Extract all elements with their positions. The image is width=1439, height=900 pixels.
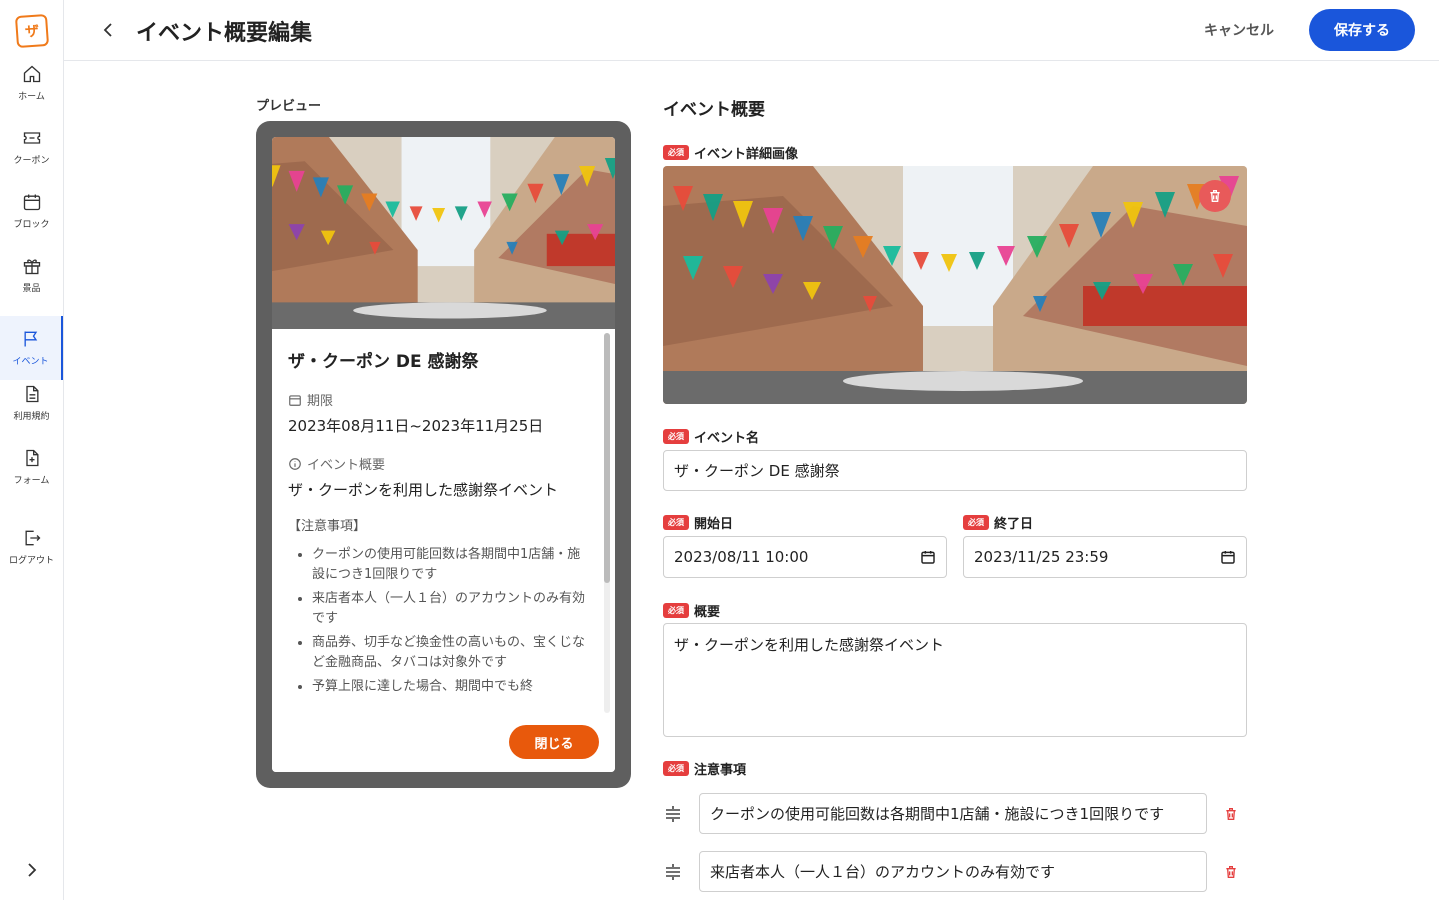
sidebar-item-home[interactable]: ホーム — [0, 51, 63, 115]
home-icon — [23, 65, 40, 83]
required-badge: 必須 — [663, 429, 689, 444]
preview-close-button[interactable]: 閉じる — [509, 725, 599, 759]
sidebar-item-coupon[interactable]: クーポン — [0, 115, 63, 179]
logout-icon — [25, 530, 40, 546]
preview-event-title: ザ・クーポン DE 感謝祭 — [288, 352, 479, 372]
preview-period-value: 2023年08月11日~2023年11月25日 — [288, 417, 544, 435]
list-item: 予算上限に達した場合、期間中でも終 — [312, 677, 588, 697]
list-item: 来店者本人（一人１台）のアカウントのみ有効です — [312, 589, 588, 629]
sidebar-item-prize[interactable]: 景品 — [0, 243, 63, 307]
cancel-button[interactable]: キャンセル — [1204, 20, 1274, 40]
preview-scrollbar[interactable] — [604, 333, 610, 713]
sidebar-item-block[interactable]: ブロック — [0, 179, 63, 243]
form-add-icon — [25, 449, 38, 467]
event-detail-image[interactable] — [663, 166, 1247, 404]
back-button[interactable] — [96, 18, 120, 42]
info-icon — [289, 457, 301, 470]
calendar-icon[interactable] — [1220, 549, 1236, 565]
preview-label: プレビュー — [256, 99, 322, 114]
save-button[interactable]: 保存する — [1309, 9, 1415, 51]
end-date-label: 必須 終了日 — [963, 513, 1033, 532]
phone-preview: ザ・クーポン DE 感謝祭 期限 2023年08月11日~2023年11月25日… — [256, 121, 631, 788]
form-section-title: イベント概要 — [663, 100, 765, 120]
event-name-input[interactable]: ザ・クーポン DE 感謝祭 — [663, 450, 1247, 491]
trash-icon[interactable] — [1221, 862, 1241, 882]
document-icon — [25, 385, 38, 403]
sidebar-expand-button[interactable] — [20, 858, 44, 882]
list-item: クーポンの使用可能回数は各期間中1店舗・施設につき1回限りです — [312, 545, 588, 585]
chevron-right-icon — [28, 863, 37, 877]
preview-screen: ザ・クーポン DE 感謝祭 期限 2023年08月11日~2023年11月25日… — [272, 137, 615, 772]
trash-icon[interactable] — [1221, 804, 1241, 824]
end-date-input[interactable]: 2023/11/25 23:59 — [963, 536, 1247, 578]
preview-scrollbar-thumb[interactable] — [604, 333, 610, 583]
sidebar-item-form[interactable]: フォーム — [0, 435, 63, 499]
drag-handle-icon[interactable] — [662, 803, 684, 825]
app-logo[interactable]: ザ — [14, 13, 50, 49]
flag-icon — [24, 331, 37, 347]
required-badge: 必須 — [663, 603, 689, 618]
trash-icon — [1210, 190, 1220, 202]
event-name-label: 必須 イベント名 — [663, 427, 759, 446]
start-date-input[interactable]: 2023/08/11 10:00 — [663, 536, 947, 578]
preview-summary-label: イベント概要 — [288, 454, 385, 473]
calendar-icon — [23, 194, 40, 211]
summary-textarea[interactable]: ザ・クーポンを利用した感謝祭イベント — [663, 623, 1247, 737]
preview-summary-value: ザ・クーポンを利用した感謝祭イベント — [288, 481, 559, 499]
ticket-icon — [23, 132, 40, 144]
drag-handle-icon[interactable] — [662, 861, 684, 883]
image-field-label: 必須 イベント詳細画像 — [663, 143, 798, 162]
sidebar-item-logout[interactable]: ログアウト — [0, 515, 63, 579]
chevron-left-icon — [103, 23, 112, 37]
preview-notes-heading: 【注意事項】 — [288, 519, 367, 534]
preview-notes: 【注意事項】 クーポンの使用可能回数は各期間中1店舗・施設につき1回限りです 来… — [288, 517, 588, 701]
gift-icon — [23, 259, 40, 275]
summary-label: 必須 概要 — [663, 601, 720, 620]
note-input[interactable]: 来店者本人（一人１台）のアカウントのみ有効です — [699, 851, 1207, 892]
sidebar-item-terms[interactable]: 利用規約 — [0, 371, 63, 435]
calendar-icon[interactable] — [920, 549, 936, 565]
required-badge: 必須 — [663, 761, 689, 776]
list-item: 商品券、切手など換金性の高いもの、宝くじなど金融商品、タバコは対象外です — [312, 633, 588, 673]
required-badge: 必須 — [963, 515, 989, 530]
required-badge: 必須 — [663, 145, 689, 160]
required-badge: 必須 — [663, 515, 689, 530]
image-delete-button[interactable] — [1199, 180, 1231, 212]
calendar-icon — [289, 394, 301, 406]
top-header: イベント概要編集 キャンセル 保存する — [64, 0, 1439, 61]
notes-label: 必須 注意事項 — [663, 759, 746, 778]
sidebar: ザ ホーム クーポン ブロック 景品 イベント 利用規約 フォーム ログアウト — [0, 0, 64, 900]
preview-event-image — [272, 137, 615, 329]
preview-period-label: 期限 — [288, 390, 333, 409]
start-date-label: 必須 開始日 — [663, 513, 733, 532]
page-title: イベント概要編集 — [136, 21, 313, 46]
note-input[interactable]: クーポンの使用可能回数は各期間中1店舗・施設につき1回限りです — [699, 793, 1207, 834]
